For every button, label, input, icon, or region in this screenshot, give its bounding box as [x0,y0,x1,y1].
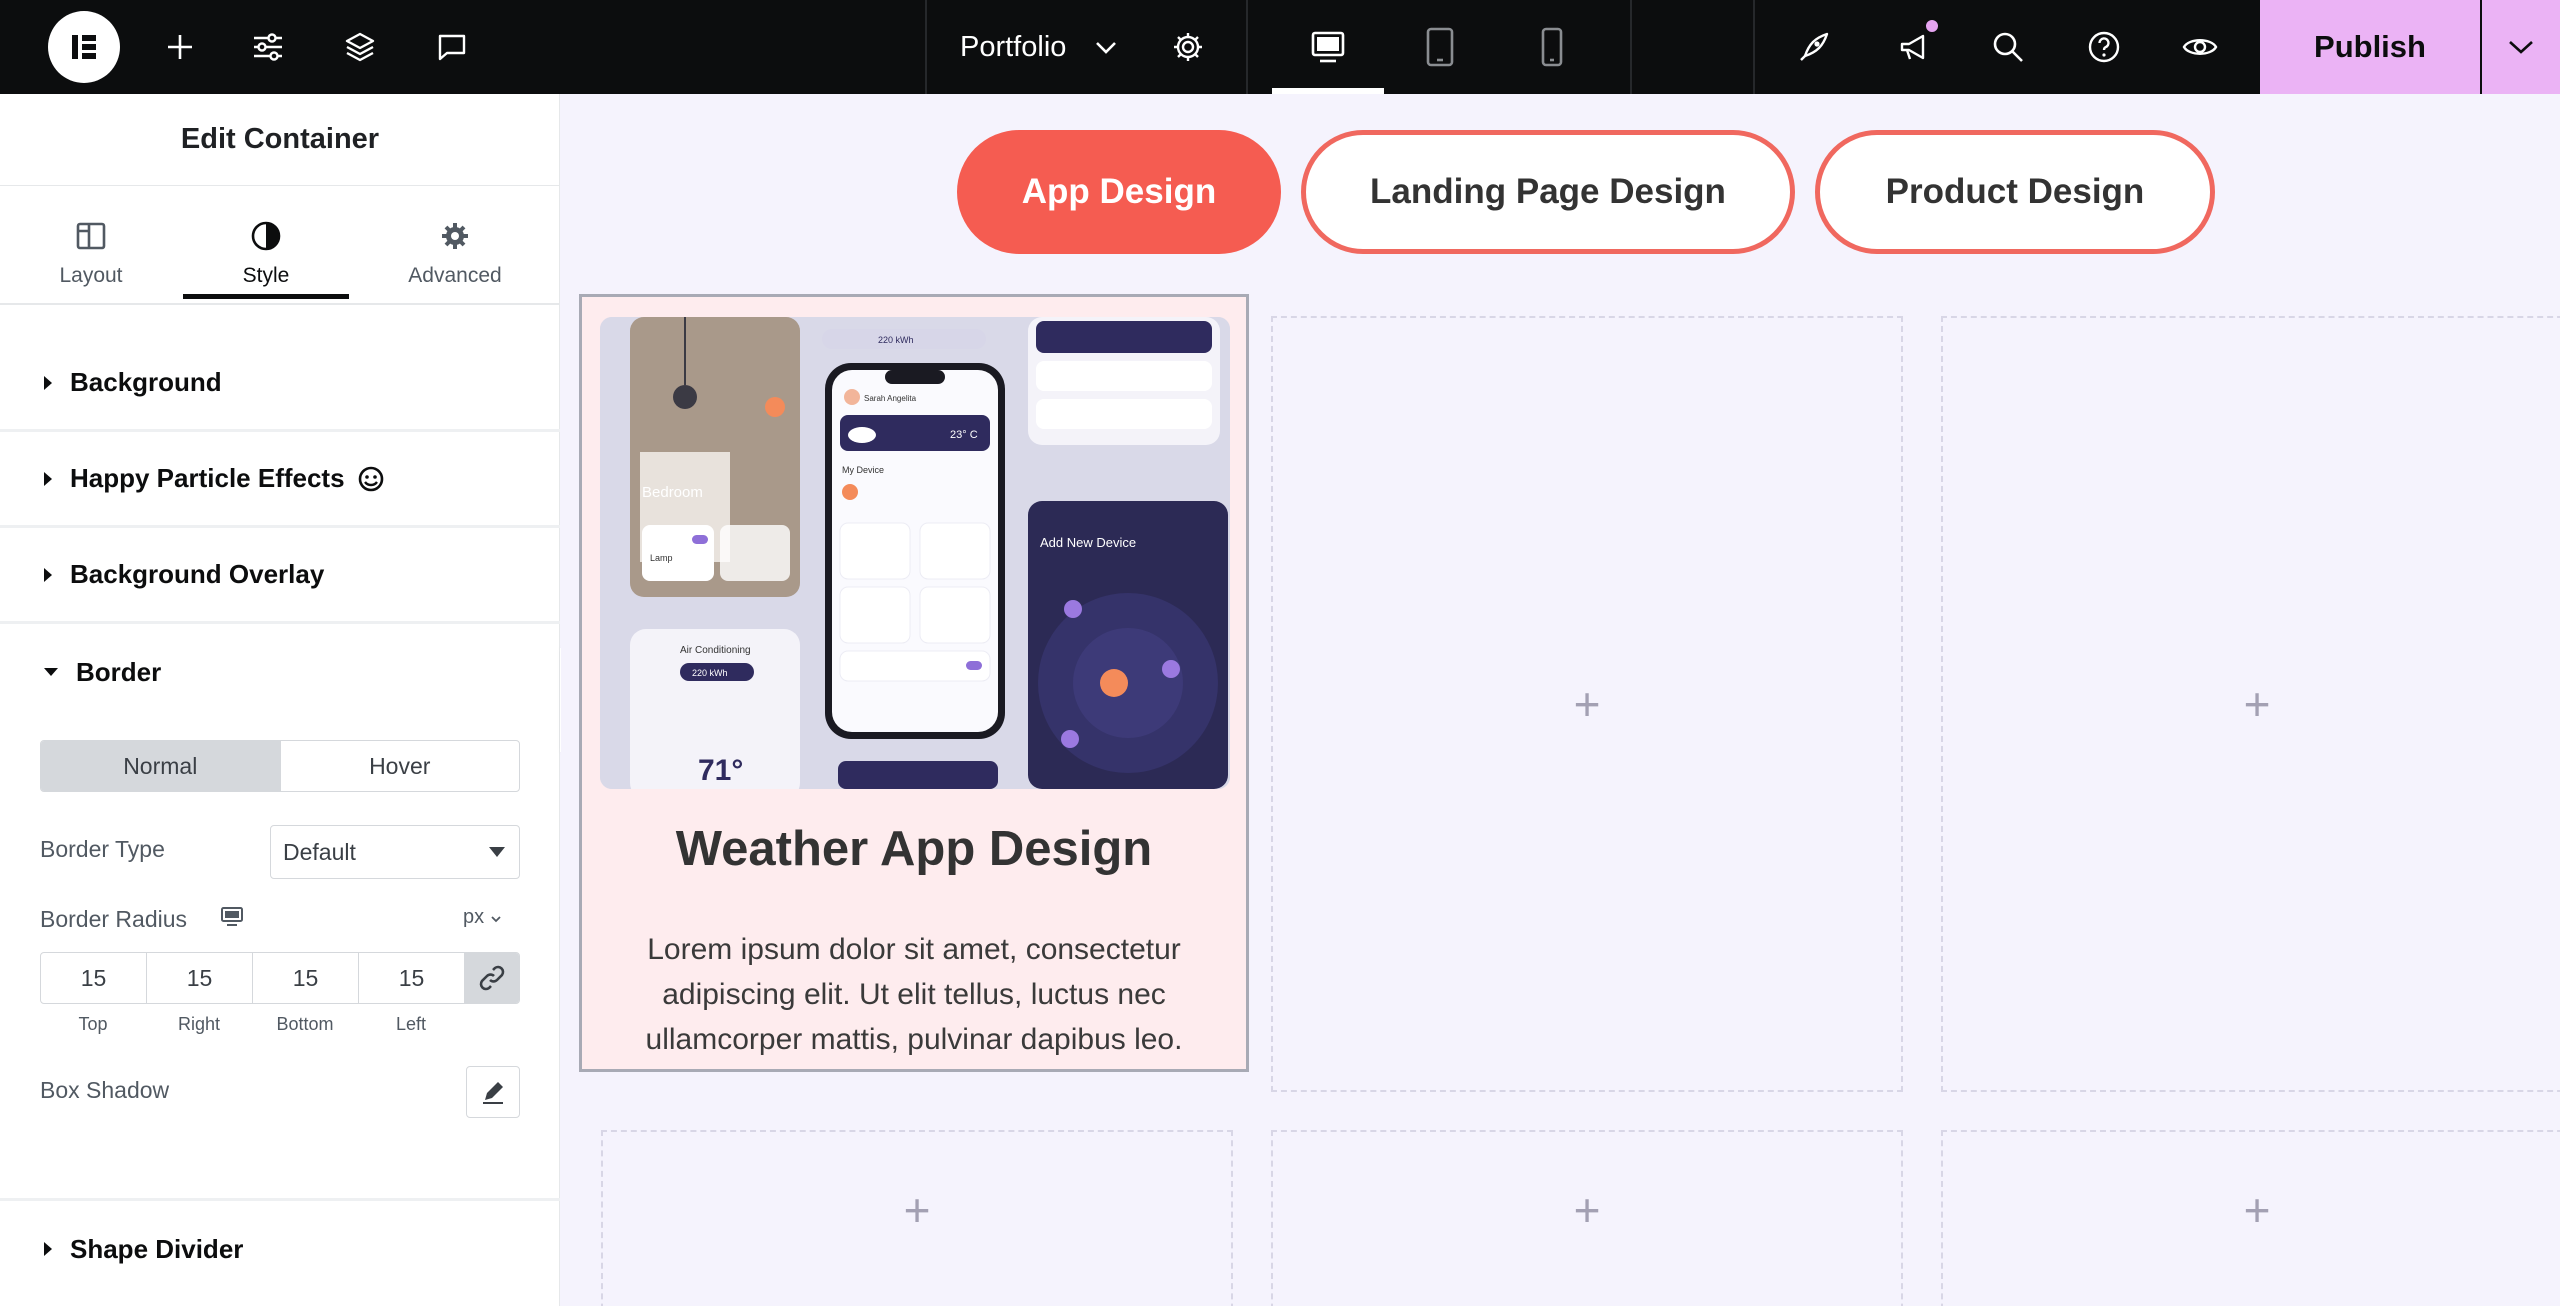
box-shadow-label: Box Shadow [40,1077,170,1103]
tab-style[interactable]: Style [222,202,310,306]
caret-down-icon [489,847,505,857]
svg-text:Add New Device: Add New Device [1040,535,1136,550]
section-background-overlay[interactable]: Background Overlay [0,528,560,624]
empty-grid-cell[interactable]: + [1271,316,1903,1092]
empty-grid-cell[interactable]: + [1941,316,2560,1092]
state-toggle: Normal Hover [40,740,520,792]
section-background[interactable]: Background [0,336,560,432]
gear-icon [442,223,468,249]
site-name[interactable]: Portfolio [960,0,1066,94]
publish-options-button[interactable] [2482,0,2560,94]
caret-right-icon [44,375,52,390]
add-icon[interactable] [152,0,208,94]
panel-title: Edit Container [0,94,560,186]
tab-advanced-label: Advanced [408,264,502,287]
chevron-down-icon[interactable] [1088,0,1124,94]
section-shape-divider[interactable]: Shape Divider [0,1201,560,1297]
section-happy-particle-effects[interactable]: Happy Particle Effects [0,432,560,528]
add-element-icon[interactable]: + [2244,1183,2271,1237]
megaphone-icon[interactable] [1886,0,1942,94]
eye-icon[interactable] [2172,0,2228,94]
caret-down-icon [44,668,58,676]
add-element-icon[interactable]: + [904,1183,931,1237]
add-element-icon[interactable]: + [1574,677,1601,731]
state-hover-button[interactable]: Hover [279,741,520,791]
radius-top-input[interactable]: 15 [41,953,147,1003]
svg-text:71°: 71° [698,754,743,787]
svg-text:My Device: My Device [842,465,884,475]
add-element-icon[interactable]: + [2244,677,2271,731]
weather-app-mockup-image: Bedroom Lamp Air Conditioning 220 kWh 71… [600,317,1230,789]
top-bar: Portfolio Publish [0,0,2560,94]
filter-landing-page-design[interactable]: Landing Page Design [1301,130,1795,254]
add-element-icon[interactable]: + [1574,1183,1601,1237]
unit-select[interactable]: px [463,906,502,929]
portfolio-card[interactable]: Bedroom Lamp Air Conditioning 220 kWh 71… [579,294,1249,1072]
svg-text:Lamp: Lamp [650,553,673,563]
happy-addons-icon [358,466,383,491]
svg-text:Air Conditioning: Air Conditioning [680,645,751,656]
border-radius-inputs: 15 15 15 15 [40,952,520,1004]
layers-icon[interactable] [332,0,388,94]
tab-layout-label: Layout [59,264,123,287]
state-normal-button[interactable]: Normal [41,741,280,791]
box-shadow-edit-button[interactable] [466,1066,520,1118]
pencil-icon [483,1082,503,1104]
border-type-label: Border Type [40,836,165,862]
svg-text:23° C: 23° C [950,429,978,441]
svg-text:Sarah Angelita: Sarah Angelita [864,394,917,403]
card-description: Lorem ipsum dolor sit amet, consectetur … [645,933,1183,1056]
caret-right-icon [44,567,52,582]
radius-left-input[interactable]: 15 [359,953,465,1003]
desktop-icon[interactable] [1300,0,1356,94]
layout-icon [76,222,106,250]
chevron-down-icon [491,916,501,923]
search-icon[interactable] [1980,0,2036,94]
card-title: Weather App Design [675,822,1153,876]
border-radius-label: Border Radius [40,906,188,932]
edit-panel: Edit Container Layout Style Advanced Bac… [0,94,560,1306]
border-type-select[interactable]: Default [270,825,520,879]
svg-text:Bedroom: Bedroom [642,484,703,501]
settings-sliders-icon[interactable] [240,0,296,94]
editor-canvas: App Design Landing Page Design Product D… [561,94,2560,1306]
tab-advanced[interactable]: Advanced [400,202,510,306]
tablet-icon[interactable] [1412,0,1468,94]
notification-dot [1924,18,1940,34]
active-tab-indicator [183,294,349,299]
help-icon[interactable] [2076,0,2132,94]
radius-bottom-input[interactable]: 15 [253,953,359,1003]
tab-style-label: Style [242,264,290,287]
svg-text:220 kWh: 220 kWh [692,668,728,678]
rocket-icon[interactable] [1786,0,1842,94]
chevron-down-icon [2509,41,2533,54]
publish-button[interactable]: Publish [2260,0,2480,94]
caret-right-icon [44,1242,52,1256]
filter-product-design[interactable]: Product Design [1815,130,2215,254]
link-values-button[interactable] [465,953,519,1003]
elementor-logo-icon[interactable] [48,11,120,83]
empty-grid-cell[interactable]: + [1941,1130,2560,1306]
empty-grid-cell[interactable]: + [601,1130,1233,1306]
caret-right-icon [44,471,52,486]
desktop-icon[interactable] [220,906,244,928]
empty-grid-cell[interactable]: + [1271,1130,1903,1306]
gear-icon[interactable] [1160,0,1216,94]
filter-app-design[interactable]: App Design [957,130,1281,254]
comments-icon[interactable] [424,0,480,94]
radius-right-input[interactable]: 15 [147,953,253,1003]
link-icon [479,965,505,991]
contrast-icon [251,221,281,251]
radius-side-labels: Top Right Bottom Left [78,1014,427,1034]
section-border[interactable]: Border [0,624,560,720]
svg-text:220 kWh: 220 kWh [878,335,914,345]
mobile-icon[interactable] [1524,0,1580,94]
tab-layout[interactable]: Layout [50,202,132,306]
